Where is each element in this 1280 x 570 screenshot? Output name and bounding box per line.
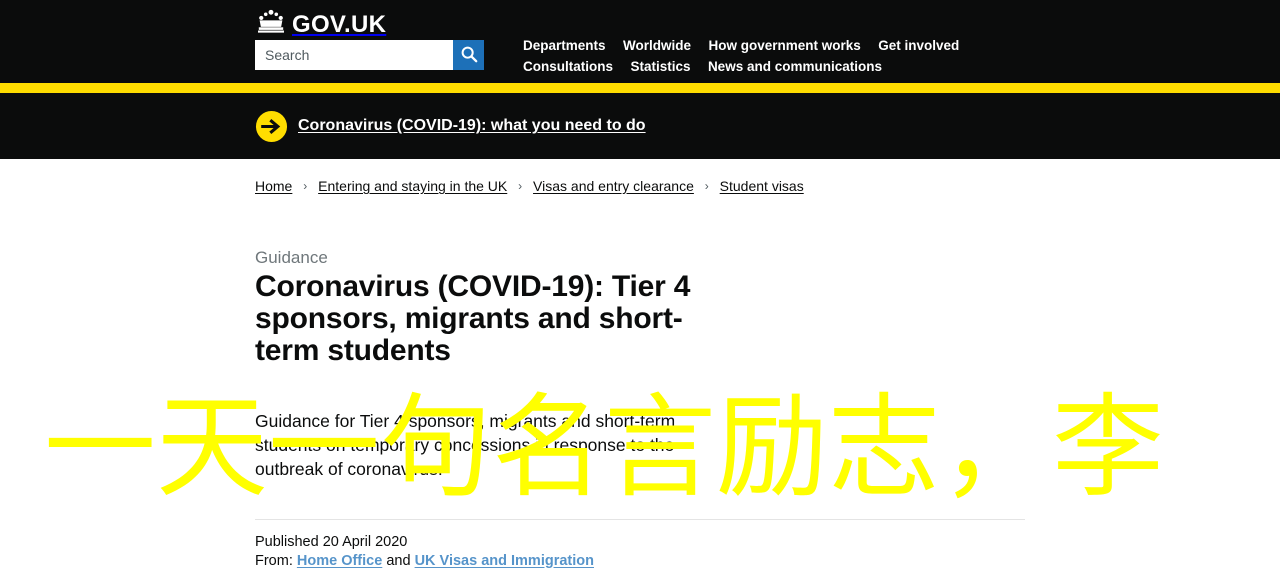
nav-link-get-involved[interactable]: Get involved	[878, 36, 959, 55]
arrow-right-circle-icon	[255, 110, 288, 143]
breadcrumb-item-student-visas[interactable]: Student visas	[720, 178, 804, 194]
metadata-block: Published 20 April 2020 From: Home Offic…	[255, 533, 1025, 570]
nav-row-secondary: Consultations Statistics News and commun…	[523, 57, 1023, 76]
nav-link-departments[interactable]: Departments	[523, 36, 606, 55]
from-organisations: From: Home Office and UK Visas and Immig…	[255, 552, 1025, 570]
nav-link-statistics[interactable]: Statistics	[630, 57, 690, 76]
document-type-label: Guidance	[255, 247, 735, 269]
title-block: Guidance Coronavirus (COVID-19): Tier 4 …	[255, 247, 735, 367]
nav-link-worldwide[interactable]: Worldwide	[623, 36, 691, 55]
govuk-logo-link[interactable]: GOV.UK	[255, 9, 386, 40]
coronavirus-banner-link[interactable]: Coronavirus (COVID-19): what you need to…	[298, 117, 646, 135]
nav-link-how-government-works[interactable]: How government works	[708, 36, 860, 55]
search-button[interactable]	[453, 40, 484, 70]
from-label: From:	[255, 553, 293, 569]
header-inner: GOV.UK Departments Worldwide How governm…	[255, 0, 1025, 83]
banner-inner: Coronavirus (COVID-19): what you need to…	[255, 93, 1025, 159]
page-title: Coronavirus (COVID-19): Tier 4 sponsors,…	[255, 271, 735, 367]
search-form	[255, 40, 484, 70]
metadata-divider	[255, 519, 1025, 520]
govuk-logo-text: GOV.UK	[292, 13, 386, 37]
breadcrumb-separator-icon: ›	[705, 177, 709, 195]
search-icon	[460, 45, 478, 66]
breadcrumb-item-entering-and-staying[interactable]: Entering and staying in the UK	[318, 178, 507, 194]
breadcrumb: Home › Entering and staying in the UK › …	[255, 159, 1025, 196]
breadcrumb-item-home[interactable]: Home	[255, 178, 292, 194]
global-header: GOV.UK Departments Worldwide How governm…	[0, 0, 1280, 83]
from-conjunction: and	[386, 553, 410, 569]
content-inner: Home › Entering and staying in the UK › …	[255, 159, 1025, 570]
main-content: Home › Entering and staying in the UK › …	[0, 159, 1280, 570]
published-date: Published 20 April 2020	[255, 533, 1025, 552]
nav-row-primary: Departments Worldwide How government wor…	[523, 36, 1023, 55]
page-summary: Guidance for Tier 4 sponsors, migrants a…	[255, 409, 715, 481]
nav-link-consultations[interactable]: Consultations	[523, 57, 613, 76]
breadcrumb-separator-icon: ›	[303, 177, 307, 195]
header-navigation: Departments Worldwide How government wor…	[523, 36, 1023, 78]
coronavirus-banner: Coronavirus (COVID-19): what you need to…	[0, 93, 1280, 159]
search-input[interactable]	[255, 40, 453, 70]
organisation-link-home-office[interactable]: Home Office	[297, 553, 382, 569]
header-yellow-rule	[0, 83, 1280, 93]
breadcrumb-separator-icon: ›	[518, 177, 522, 195]
breadcrumb-item-visas-and-entry-clearance[interactable]: Visas and entry clearance	[533, 178, 694, 194]
crown-icon	[255, 9, 287, 40]
organisation-link-uk-visas-and-immigration[interactable]: UK Visas and Immigration	[415, 553, 594, 569]
nav-link-news-and-communications[interactable]: News and communications	[708, 57, 882, 76]
